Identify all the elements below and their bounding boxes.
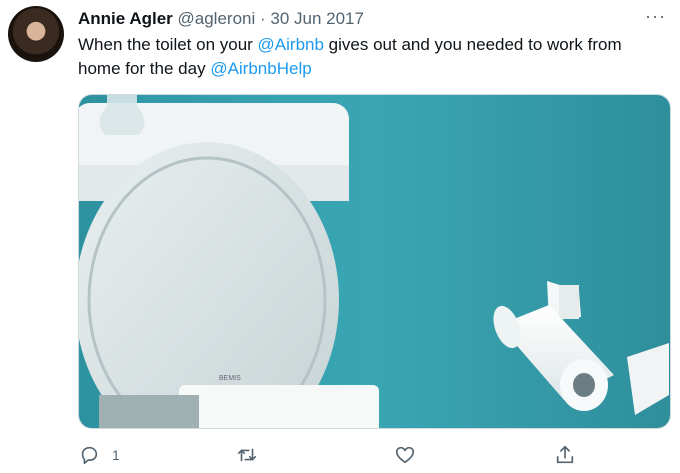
tweet-photo[interactable]: BEMIS [78, 94, 671, 429]
avatar[interactable] [8, 6, 64, 62]
like-button[interactable] [394, 442, 416, 468]
retweet-icon [237, 448, 257, 462]
photo-scene: BEMIS [79, 95, 670, 428]
reply-icon [81, 446, 98, 465]
share-icon [556, 445, 574, 464]
tweet-text: When the toilet on your @Airbnb gives ou… [78, 33, 663, 81]
mention-airbnb[interactable]: @Airbnb [258, 35, 324, 54]
separator: · [255, 9, 271, 28]
retweet-button[interactable] [236, 442, 258, 468]
text-segment: When the toilet on your [78, 35, 258, 54]
action-bar: 1 [78, 440, 669, 470]
lid-brand: BEMIS [219, 375, 241, 382]
mention-airbnbhelp[interactable]: @AirbnbHelp [210, 59, 311, 78]
share-button[interactable] [554, 442, 576, 468]
author-handle[interactable]: @agleroni [178, 9, 256, 28]
tweet-header: Annie Agler @agleroni · 30 Jun 2017 [78, 8, 364, 30]
author-name[interactable]: Annie Agler [78, 9, 173, 28]
toilet-seat [179, 385, 379, 428]
tweet[interactable]: Annie Agler @agleroni · 30 Jun 2017 ··· … [0, 0, 680, 473]
reply-count: 1 [112, 447, 120, 463]
like-icon [395, 446, 415, 464]
more-icon[interactable]: ··· [645, 6, 666, 27]
tweet-date[interactable]: 30 Jun 2017 [270, 9, 364, 28]
reply-button[interactable]: 1 [78, 442, 120, 468]
